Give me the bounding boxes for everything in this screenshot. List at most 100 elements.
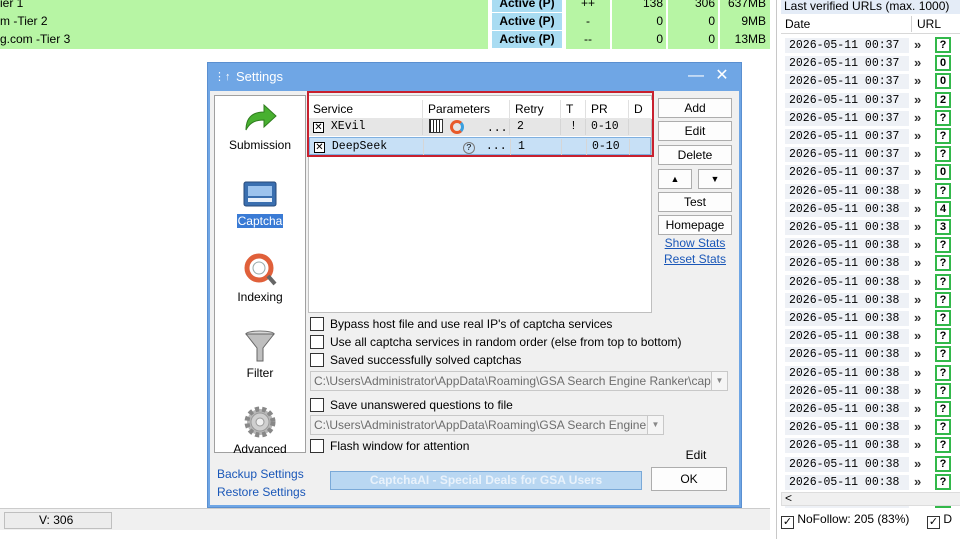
double-arrow-icon[interactable]: » bbox=[914, 92, 921, 107]
double-arrow-icon[interactable]: » bbox=[914, 164, 921, 179]
homepage-button[interactable]: Homepage bbox=[658, 215, 732, 235]
nofollow-toggle[interactable]: ✓ NoFollow: 205 (83%) bbox=[781, 510, 909, 529]
test-button[interactable]: Test bbox=[658, 192, 732, 212]
url-status-box[interactable]: ? bbox=[935, 255, 951, 272]
double-arrow-icon[interactable]: » bbox=[914, 474, 921, 489]
dialog-titlebar[interactable]: ⋮↑ Settings — ✕ bbox=[208, 63, 741, 91]
url-status-box[interactable]: ? bbox=[935, 455, 951, 472]
random-order-option[interactable]: Use all captcha services in random order… bbox=[310, 335, 681, 351]
double-arrow-icon[interactable]: » bbox=[914, 201, 921, 216]
url-status-box[interactable]: ? bbox=[935, 291, 951, 308]
url-status-box[interactable]: ? bbox=[935, 382, 951, 399]
minimize-button[interactable]: — bbox=[684, 65, 708, 87]
verified-row[interactable]: 2026-05-11 00:38 »? bbox=[777, 273, 960, 291]
url-status-box[interactable]: ? bbox=[935, 346, 951, 363]
edit-button[interactable]: Edit bbox=[658, 121, 732, 141]
close-button[interactable]: ✕ bbox=[710, 65, 734, 87]
url-status-box[interactable]: 3 bbox=[935, 219, 951, 235]
chevron-left-icon[interactable]: < bbox=[785, 491, 792, 505]
sidebar-item-captcha[interactable]: Captcha bbox=[215, 172, 305, 246]
double-arrow-icon[interactable]: » bbox=[914, 255, 921, 270]
double-arrow-icon[interactable]: » bbox=[914, 55, 921, 70]
double-arrow-icon[interactable]: » bbox=[914, 346, 921, 361]
ok-button[interactable]: OK bbox=[651, 467, 727, 491]
move-down-button[interactable]: ▼ bbox=[698, 169, 732, 189]
double-arrow-icon[interactable]: » bbox=[914, 183, 921, 198]
url-status-box[interactable]: 4 bbox=[935, 200, 951, 217]
url-status-box[interactable]: ? bbox=[935, 310, 951, 326]
double-arrow-icon[interactable]: » bbox=[914, 219, 921, 234]
verified-row[interactable]: 2026-05-11 00:38 »? bbox=[777, 182, 960, 200]
chevron-down-icon[interactable]: ▼ bbox=[711, 372, 727, 390]
sidebar-item-submission[interactable]: Submission bbox=[215, 96, 305, 170]
double-arrow-icon[interactable]: » bbox=[914, 237, 921, 252]
verified-row[interactable]: 2026-05-11 00:38 »? bbox=[777, 254, 960, 272]
table-row[interactable]: m -Tier 2 Active (P) - 0 0 9MB bbox=[0, 13, 770, 31]
url-status-box[interactable]: ? bbox=[935, 37, 951, 53]
verified-row[interactable]: 2026-05-11 00:38 »? bbox=[777, 400, 960, 418]
flash-window-checkbox[interactable] bbox=[310, 439, 324, 453]
url-status-box[interactable]: 2 bbox=[935, 91, 951, 108]
show-stats-link[interactable]: Show Stats bbox=[658, 236, 732, 250]
url-status-box[interactable]: ? bbox=[935, 401, 951, 417]
restore-settings-link[interactable]: Restore Settings bbox=[217, 485, 306, 499]
verified-row[interactable]: 2026-05-11 00:37 » 0 bbox=[777, 54, 960, 72]
verified-row[interactable]: 2026-05-11 00:37 »? bbox=[777, 145, 960, 163]
random-order-checkbox[interactable] bbox=[310, 335, 324, 349]
verified-row[interactable]: 2026-05-11 00:38 »? bbox=[777, 236, 960, 254]
double-arrow-icon[interactable]: » bbox=[914, 328, 921, 343]
verified-row[interactable]: 2026-05-11 00:37 » 0 bbox=[777, 163, 960, 181]
double-arrow-icon[interactable]: » bbox=[914, 292, 921, 307]
double-arrow-icon[interactable]: » bbox=[914, 146, 921, 161]
url-status-box[interactable]: 0 bbox=[935, 55, 951, 72]
verified-row[interactable]: 2026-05-11 00:38 »? bbox=[777, 291, 960, 309]
chevron-down-icon[interactable]: ▼ bbox=[647, 416, 663, 434]
verified-row[interactable]: 2026-05-11 00:37 »? bbox=[777, 109, 960, 127]
dofollow-checkbox[interactable]: ✓ bbox=[927, 516, 940, 529]
verified-row[interactable]: 2026-05-11 00:38 »? bbox=[777, 382, 960, 400]
url-status-box[interactable]: ? bbox=[935, 273, 951, 290]
verified-row[interactable]: 2026-05-11 00:38 » 3 bbox=[777, 218, 960, 236]
horizontal-scrollbar[interactable]: < bbox=[781, 491, 960, 506]
backup-settings-link[interactable]: Backup Settings bbox=[217, 467, 304, 481]
double-arrow-icon[interactable]: » bbox=[914, 310, 921, 325]
save-solved-checkbox[interactable] bbox=[310, 353, 324, 367]
url-status-box[interactable]: ? bbox=[935, 182, 951, 199]
save-unanswered-checkbox[interactable] bbox=[310, 398, 324, 412]
table-row[interactable]: ier 1 Active (P) ++ 138 306 637MB bbox=[0, 0, 770, 13]
verified-row[interactable]: 2026-05-11 00:38 »? bbox=[777, 418, 960, 436]
double-arrow-icon[interactable]: » bbox=[914, 274, 921, 289]
verified-row[interactable]: 2026-05-11 00:37 »? bbox=[777, 127, 960, 145]
url-status-box[interactable]: ? bbox=[935, 473, 951, 490]
edit-path-button[interactable]: Edit bbox=[676, 447, 716, 463]
col-url-header[interactable]: URL bbox=[917, 17, 941, 31]
flash-window-option[interactable]: Flash window for attention bbox=[310, 439, 469, 455]
verified-row[interactable]: 2026-05-11 00:37 » 0 bbox=[777, 72, 960, 90]
url-status-box[interactable]: ? bbox=[935, 437, 951, 454]
url-status-box[interactable]: 0 bbox=[935, 164, 951, 181]
verified-row[interactable]: 2026-05-11 00:38 »? bbox=[777, 364, 960, 382]
url-status-box[interactable]: ? bbox=[935, 419, 951, 436]
double-arrow-icon[interactable]: » bbox=[914, 110, 921, 125]
url-status-box[interactable]: ? bbox=[935, 328, 951, 345]
bypass-host-option[interactable]: Bypass host file and use real IP's of ca… bbox=[310, 317, 612, 333]
double-arrow-icon[interactable]: » bbox=[914, 37, 921, 52]
sidebar-item-indexing[interactable]: Indexing bbox=[215, 248, 305, 322]
verified-row[interactable]: 2026-05-11 00:37 »? bbox=[777, 36, 960, 54]
promo-banner[interactable]: CaptchaAI - Special Deals for GSA Users bbox=[330, 471, 642, 490]
solved-path-field[interactable]: C:\Users\Administrator\AppData\Roaming\G… bbox=[310, 371, 728, 391]
double-arrow-icon[interactable]: » bbox=[914, 401, 921, 416]
double-arrow-icon[interactable]: » bbox=[914, 383, 921, 398]
add-button[interactable]: Add bbox=[658, 98, 732, 118]
url-status-box[interactable]: ? bbox=[935, 109, 951, 126]
nofollow-checkbox[interactable]: ✓ bbox=[781, 516, 794, 529]
dofollow-toggle[interactable]: ✓ D bbox=[927, 510, 952, 529]
verified-row[interactable]: 2026-05-11 00:38 »? bbox=[777, 436, 960, 454]
double-arrow-icon[interactable]: » bbox=[914, 419, 921, 434]
verified-row[interactable]: 2026-05-11 00:38 » 4 bbox=[777, 200, 960, 218]
unanswered-path-field[interactable]: C:\Users\Administrator\AppData\Roaming\G… bbox=[310, 415, 664, 435]
double-arrow-icon[interactable]: » bbox=[914, 128, 921, 143]
save-unanswered-option[interactable]: Save unanswered questions to file bbox=[310, 398, 513, 414]
verified-row[interactable]: 2026-05-11 00:38 »? bbox=[777, 345, 960, 363]
url-status-box[interactable]: ? bbox=[935, 364, 951, 381]
